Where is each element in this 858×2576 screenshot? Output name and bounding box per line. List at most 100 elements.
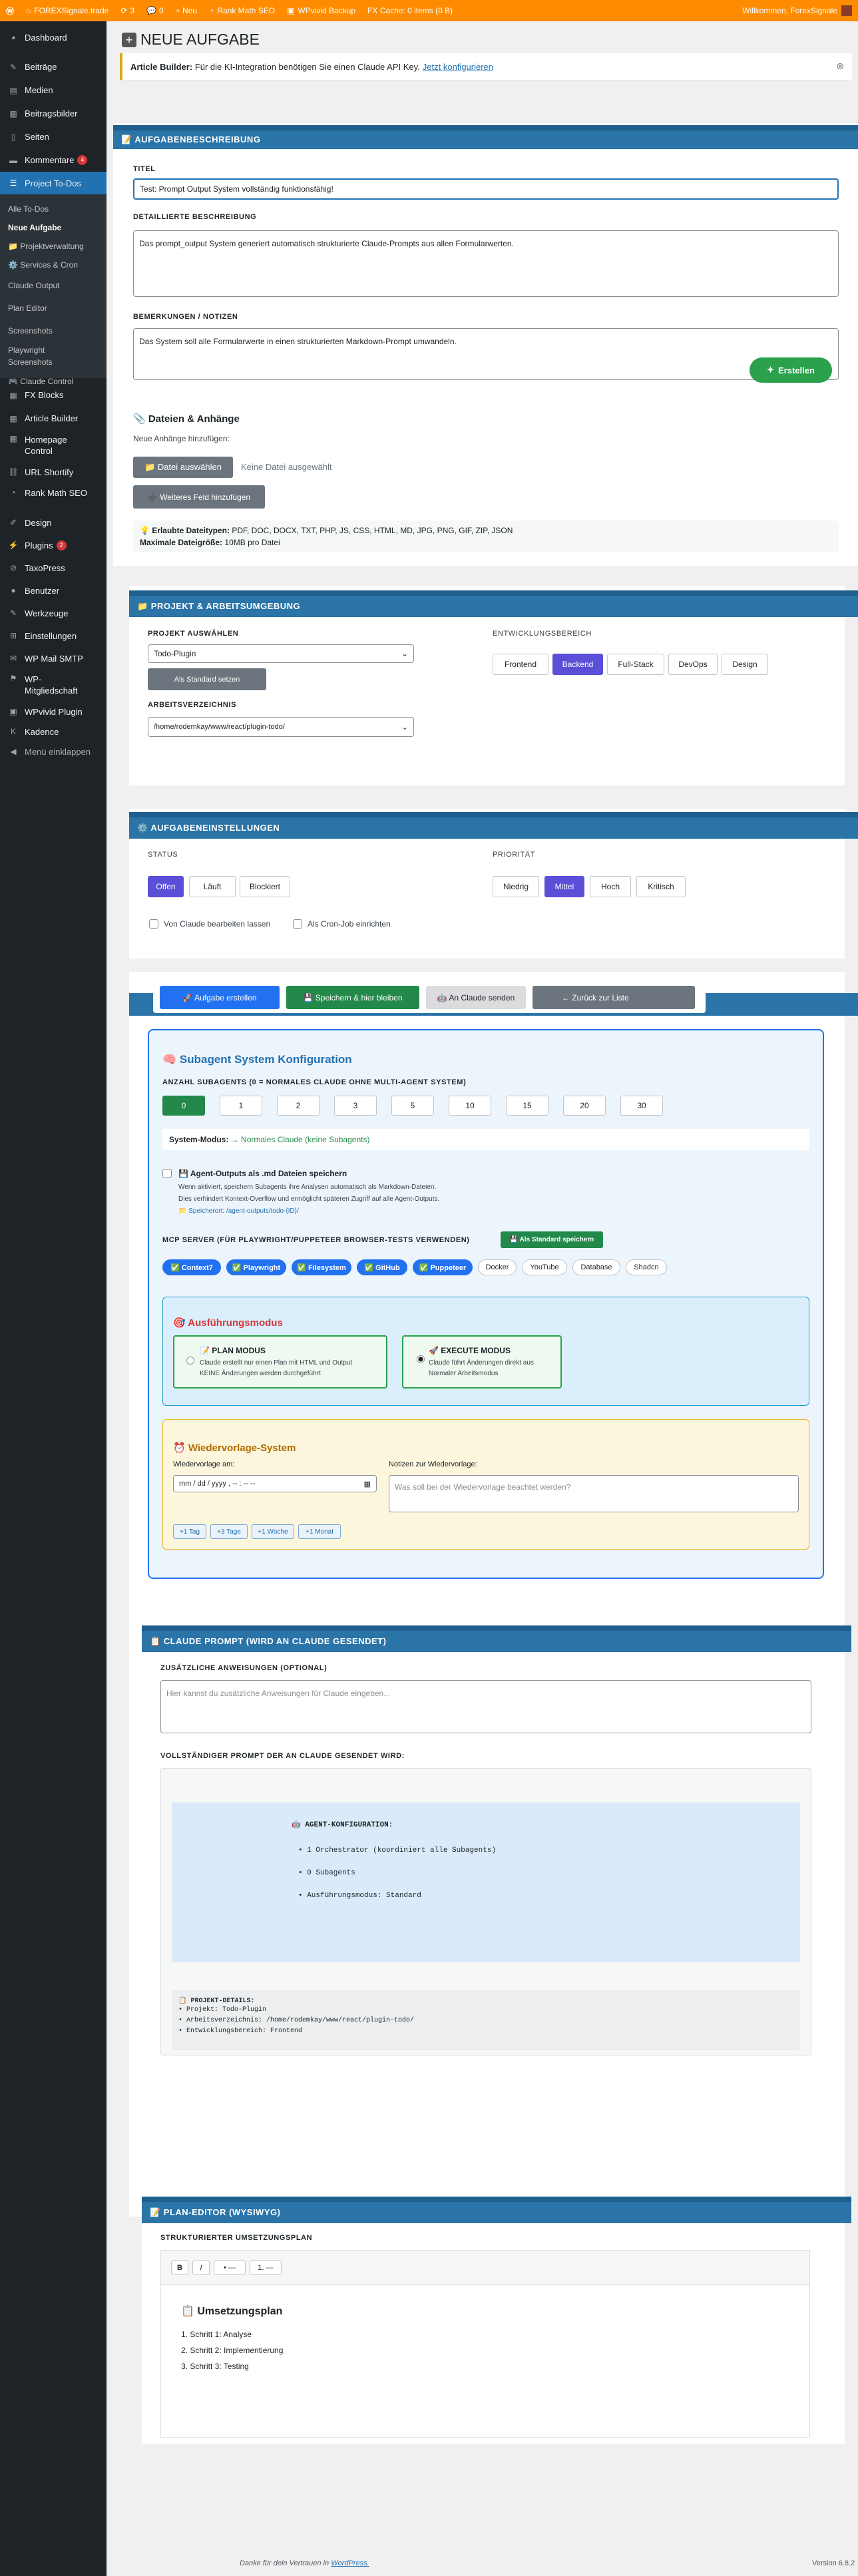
priority-mittel[interactable]: Mittel xyxy=(544,876,584,897)
subagent-count-1[interactable]: 1 xyxy=(220,1096,262,1116)
menu-fx-blocks[interactable]: ▦ FX Blocks xyxy=(0,383,107,407)
subagent-count-30[interactable]: 30 xyxy=(620,1096,663,1116)
submenu-projektverwaltung[interactable]: 📁 Projektverwaltung xyxy=(0,237,107,256)
menu-seiten[interactable]: ▯ Seiten xyxy=(0,125,107,148)
cache-link[interactable]: FX Cache: 0 items (0 B) xyxy=(361,0,459,21)
bold-button[interactable]: B xyxy=(171,2260,188,2275)
submenu-plan-editor[interactable]: Plan Editor xyxy=(0,297,107,320)
priority-kritisch[interactable]: Kritisch xyxy=(636,876,686,897)
bullet-list-button[interactable]: • — xyxy=(214,2260,246,2275)
subagent-count-5[interactable]: 5 xyxy=(391,1096,434,1116)
menu-kadence[interactable]: K Kadence xyxy=(0,722,107,742)
set-default-project-button[interactable]: Als Standard setzen xyxy=(148,668,266,690)
title-input[interactable]: Test: Prompt Output System vollständig f… xyxy=(133,178,839,200)
area-fullstack[interactable]: Full-Stack xyxy=(607,654,664,675)
area-backend[interactable]: Backend xyxy=(552,654,603,675)
back-to-list-button[interactable]: ← Zurück zur Liste xyxy=(533,986,695,1009)
menu-collapse[interactable]: ◀ Menü einklappen xyxy=(0,742,107,761)
notes-textarea[interactable]: Das System soll alle Formularwerte in ei… xyxy=(133,328,839,380)
mcp-server-1[interactable]: ✅ Playwright xyxy=(226,1259,286,1275)
area-frontend[interactable]: Frontend xyxy=(493,654,548,675)
menu-beitraege[interactable]: ✎ Beiträge xyxy=(0,55,107,79)
cron-checkbox[interactable] xyxy=(293,919,302,929)
new-content-link[interactable]: + Neu xyxy=(170,0,203,21)
wordpress-logo-icon[interactable]: Ⓦ xyxy=(0,0,20,21)
reminder-quick-3[interactable]: +1 Monat xyxy=(298,1524,341,1539)
reminder-date-input[interactable]: mm / dd / yyyy , -- : -- -- ▦ xyxy=(173,1475,377,1492)
mcp-server-5[interactable]: Docker xyxy=(478,1259,517,1275)
menu-design[interactable]: ✐ Design xyxy=(0,511,107,534)
extra-instructions-textarea[interactable]: Hier kannst du zusätzliche Anweisungen f… xyxy=(160,1680,811,1733)
add-field-button[interactable]: ➕ Weiteres Feld hinzufügen xyxy=(133,485,265,509)
description-textarea[interactable]: Das prompt_output System generiert autom… xyxy=(133,230,839,297)
menu-medien[interactable]: ▤ Medien xyxy=(0,79,107,102)
menu-article-builder[interactable]: ▦ Article Builder xyxy=(0,407,107,430)
send-claude-button[interactable]: 🤖 An Claude senden xyxy=(426,986,526,1009)
status-blockiert[interactable]: Blockiert xyxy=(240,876,290,897)
mcp-server-7[interactable]: Database xyxy=(572,1259,620,1275)
subagent-count-15[interactable]: 15 xyxy=(506,1096,548,1116)
menu-wp-mitgliedschaft[interactable]: ⚑ WP-Mitgliedschaft xyxy=(0,670,107,702)
reminder-quick-2[interactable]: +1 Woche xyxy=(252,1524,294,1539)
mcp-server-3[interactable]: ✅ GitHub xyxy=(357,1259,407,1275)
menu-plugins[interactable]: ⚡ Plugins 2 xyxy=(0,534,107,556)
subagent-count-0[interactable]: 0 xyxy=(162,1096,205,1116)
execute-mode-radio[interactable] xyxy=(417,1355,425,1363)
create-task-button[interactable]: 🚀 Aufgabe erstellen xyxy=(160,986,280,1009)
menu-project-todos[interactable]: ☰ Project To-Dos xyxy=(0,172,107,194)
dismiss-icon[interactable]: ⊗ xyxy=(836,61,844,72)
menu-wpvivid[interactable]: ▣ WPvivid Plugin xyxy=(0,702,107,722)
mcp-server-4[interactable]: ✅ Puppeteer xyxy=(413,1259,473,1275)
submenu-claude-output[interactable]: Claude Output xyxy=(0,274,107,297)
area-design[interactable]: Design xyxy=(722,654,768,675)
submenu-alle-todos[interactable]: Alle To-Dos xyxy=(0,200,107,218)
reminder-quick-1[interactable]: +3 Tage xyxy=(210,1524,248,1539)
submenu-playwright-screenshots[interactable]: Playwright Screenshots xyxy=(0,342,60,370)
menu-einstellungen[interactable]: ⊞ Einstellungen xyxy=(0,624,107,647)
subagent-count-3[interactable]: 3 xyxy=(334,1096,377,1116)
create-floating-button[interactable]: ✦ Erstellen xyxy=(750,357,832,383)
mcp-server-2[interactable]: ✅ Filesystem xyxy=(292,1259,351,1275)
wordpress-link[interactable]: WordPress. xyxy=(331,2559,369,2567)
priority-niedrig[interactable]: Niedrig xyxy=(493,876,539,897)
updates-link[interactable]: ⟳ 3 xyxy=(114,0,140,21)
menu-kommentare[interactable]: ▬ Kommentare 4 xyxy=(0,148,107,172)
menu-homepage-control[interactable]: ▦ Homepage Control xyxy=(0,430,107,462)
subagent-count-20[interactable]: 20 xyxy=(563,1096,606,1116)
reminder-notes-textarea[interactable]: Was soll bei der Wiedervorlage beachtet … xyxy=(389,1475,799,1512)
workdir-select[interactable]: /home/rodemkay/www/react/plugin-todo/ ⌄ xyxy=(148,717,414,737)
plan-mode-radio[interactable] xyxy=(186,1357,194,1365)
numbered-list-button[interactable]: 1. — xyxy=(250,2260,282,2275)
site-name-link[interactable]: ⌂ FOREXSignale.trade xyxy=(20,0,114,21)
menu-taxopress[interactable]: ⊘ TaxoPress xyxy=(0,556,107,579)
menu-dashboard[interactable]: ◕ Dashboard xyxy=(0,27,107,47)
reminder-quick-0[interactable]: +1 Tag xyxy=(173,1524,206,1539)
submenu-services-cron[interactable]: ⚙️ Services & Cron xyxy=(0,256,107,274)
mcp-save-default-button[interactable]: 💾 Als Standard speichern xyxy=(501,1231,603,1248)
status-laeuft[interactable]: Läuft xyxy=(189,876,236,897)
configure-link[interactable]: Jetzt konfigurieren xyxy=(423,62,493,72)
italic-button[interactable]: I xyxy=(192,2260,210,2275)
status-offen[interactable]: Offen xyxy=(148,876,184,897)
menu-url-shortify[interactable]: ⛓ URL Shortify xyxy=(0,462,107,482)
project-select[interactable]: Todo-Plugin ⌄ xyxy=(148,644,414,663)
menu-werkzeuge[interactable]: ✎ Werkzeuge xyxy=(0,602,107,624)
area-devops[interactable]: DevOps xyxy=(668,654,718,675)
menu-benutzer[interactable]: ● Benutzer xyxy=(0,579,107,602)
menu-beitragsbilder[interactable]: ▦ Beitragsbilder xyxy=(0,102,107,125)
submenu-screenshots[interactable]: Screenshots xyxy=(0,320,107,342)
choose-file-button[interactable]: 📁 Datei auswählen xyxy=(133,457,233,478)
wpvivid-link[interactable]: ▣ WPvivid Backup xyxy=(281,0,361,21)
submenu-neue-aufgabe[interactable]: Neue Aufgabe xyxy=(0,218,107,237)
subagent-count-10[interactable]: 10 xyxy=(449,1096,491,1116)
menu-rank-math[interactable]: ◔ Rank Math SEO xyxy=(0,482,107,503)
mcp-server-6[interactable]: YouTube xyxy=(522,1259,567,1275)
account-link[interactable]: Willkommen, ForexSignale xyxy=(736,0,858,21)
rankmath-link[interactable]: ◔ Rank Math SEO xyxy=(203,0,281,21)
comments-link[interactable]: 💬 0 xyxy=(140,0,170,21)
menu-wp-mail-smtp[interactable]: ✉ WP Mail SMTP xyxy=(0,647,107,670)
subagent-count-2[interactable]: 2 xyxy=(277,1096,320,1116)
mcp-server-0[interactable]: ✅ Context7 xyxy=(162,1259,221,1275)
mcp-server-8[interactable]: Shadcn xyxy=(626,1259,667,1275)
save-stay-button[interactable]: 💾 Speichern & hier bleiben xyxy=(286,986,419,1009)
